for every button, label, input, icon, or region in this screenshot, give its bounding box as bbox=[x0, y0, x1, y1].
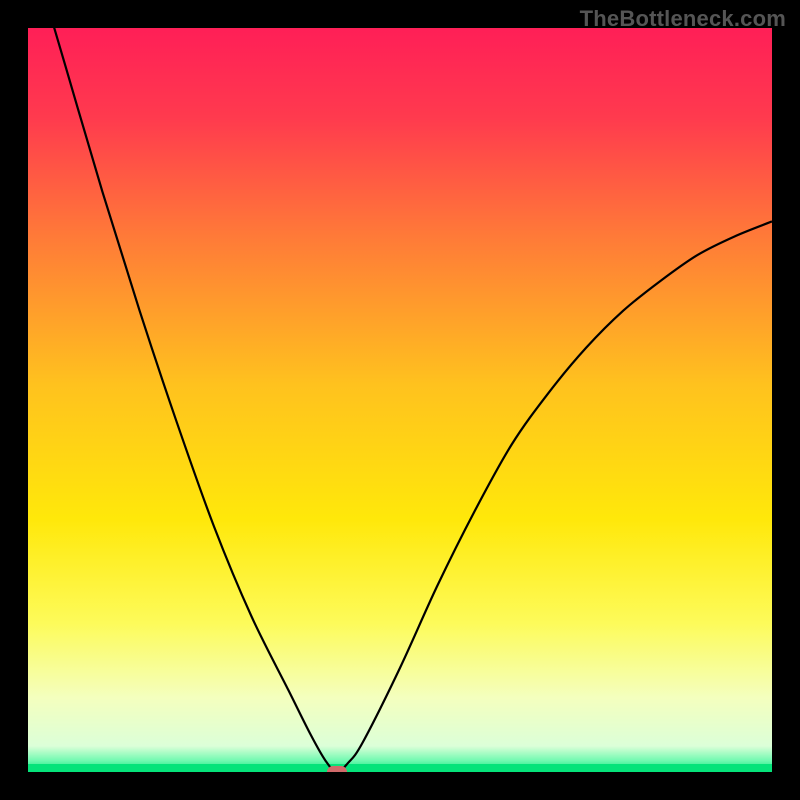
minimum-marker bbox=[327, 766, 347, 772]
plot-area bbox=[28, 28, 772, 772]
chart-container: TheBottleneck.com bbox=[0, 0, 800, 800]
chart-svg bbox=[28, 28, 772, 772]
